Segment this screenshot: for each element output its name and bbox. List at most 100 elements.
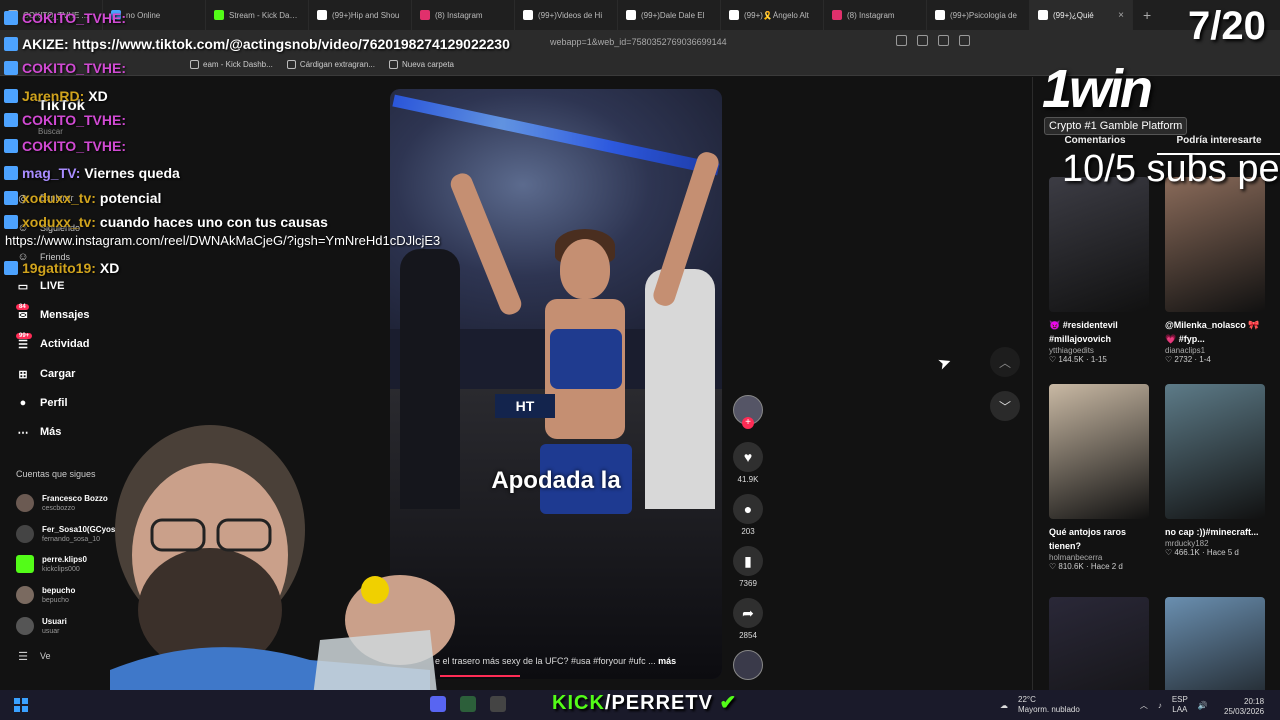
obs-icon[interactable] [490,696,506,712]
video-thumbnail[interactable] [1049,384,1149,519]
weather-widget[interactable]: 22°C Mayorm. nublado [1018,695,1080,715]
share-button[interactable]: ➦ 2854 [733,598,763,640]
browser-tab-bar: COKITO_TVHE ... no Online Stream - Kick Da… [0,0,1280,30]
chat-username: mag_TV: [22,165,81,181]
previous-video-button[interactable]: ︿ [990,347,1020,377]
nav-actividad[interactable]: ☰ 99+ Actividad [16,333,130,355]
video-author[interactable]: dianaclips1 [1165,346,1267,355]
chat-message: AKIZE: https://www.tiktok.com/@actingsnob… [4,34,510,54]
subs-counter: 10/5 subs pe [1062,148,1280,190]
like-button[interactable]: ♥ 41.9K [733,442,763,484]
browser-tab[interactable]: (99+)Hip and Shou [309,0,412,30]
chat-badge-icon [4,215,18,229]
close-icon[interactable]: × [1118,10,1124,21]
reader-icon[interactable] [896,35,907,46]
url-text[interactable]: webapp=1&web_id=7580352769036699144 [550,37,727,47]
browser-tab[interactable]: (99+)🎗️Ángelo Alt [721,0,824,30]
video-thumbnail[interactable] [1165,177,1265,312]
translate-icon[interactable] [917,35,928,46]
more-icon: ⋯ [17,426,29,439]
browser-tab[interactable]: (99+)Psicología de [927,0,1030,30]
fighter-top [550,329,622,389]
browser-tab[interactable]: (99+)Videos de Hi [515,0,618,30]
cast-icon[interactable] [938,35,949,46]
new-tab-icon[interactable]: + [1133,7,1161,23]
app-icon[interactable] [460,696,476,712]
tab-favicon-icon [832,10,842,20]
video-title: Qué antojos raros tienen? [1049,527,1127,551]
video-author[interactable]: mrducky182 [1165,539,1267,548]
music-disc-button[interactable] [733,650,763,680]
sponsor-logo: 1win [1042,59,1153,119]
browser-tab[interactable]: (99+)Dale Dale El [618,0,721,30]
speaker-icon[interactable]: 🔊 [1198,701,1208,710]
bookmark-icon [190,60,199,69]
clock[interactable]: 20:18 25/03/2026 [1224,697,1264,717]
chat-badge-icon [4,191,18,205]
tab-label: (8) Instagram [847,10,895,20]
recommended-video-card[interactable]: no cap :))#minecraft... mrducky182 ♡ 466.1… [1165,384,1267,557]
sponsor-tagline: Crypto #1 Gamble Platform [1044,117,1188,135]
recommended-video-card[interactable]: 😈 #residentevil #millajovovich ytthiagoed… [1049,177,1151,364]
chat-text: potencial [99,190,162,206]
share-icon[interactable] [959,35,970,46]
chat-username: xoduxx_tv: [22,190,96,206]
microphone-icon[interactable]: ♪ [1158,701,1162,710]
chat-badge-icon [4,139,18,153]
video-thumbnail[interactable] [1165,384,1265,519]
messages-badge: 84 [16,304,29,310]
follow-plus-icon[interactable]: + [742,417,754,429]
taskbar-apps [430,696,506,712]
save-count: 7369 [739,579,757,588]
browser-tab[interactable]: (8) Instagram [412,0,515,30]
browser-tab[interactable]: (99+)¿Quié × [1030,0,1133,30]
bookmark-item[interactable]: Nueva carpeta [388,60,454,69]
browser-tab[interactable]: (8) Instagram [824,0,927,30]
browser-tab[interactable]: Stream - Kick Dashb [206,0,309,30]
more-link[interactable]: más [658,656,676,666]
recommended-video-card[interactable]: @Milenka_nolasco 🎀💗 #fyp... dianaclips1 ♡ … [1165,177,1267,364]
nav-label: Actividad [40,338,90,350]
nav-live[interactable]: ▭ LIVE [16,275,130,297]
discord-icon[interactable] [430,696,446,712]
tab-label: (8) Instagram [435,10,483,20]
chat-message: xoduxx_tv: cuando haces uno con tus causa… [4,212,328,232]
chevron-down-icon: ﹀ [998,399,1011,414]
following-title: Cuentas que sigues [16,469,96,479]
nav-label: Más [40,426,62,438]
video-author[interactable]: holmanbecerra [1049,553,1151,562]
weather-icon: ☁ [1000,700,1008,710]
chat-badge-icon [4,37,18,51]
bookmark-item[interactable]: eam - Kick Dashb... [190,60,273,69]
kick-logo-text: KICK [552,692,605,714]
account-handle: kickclips000 [42,565,80,573]
stream-goal-counter: 7/20 [1188,4,1266,48]
nav-label: LIVE [40,280,65,292]
chat-text: Viernes queda [84,165,180,181]
chevron-up-icon[interactable]: ︿ [1140,700,1148,711]
bookmark-item[interactable]: Cárdigan extragran... [286,60,375,69]
avatar [16,617,34,635]
recommended-video-card[interactable]: Qué antojos raros tienen? holmanbecerra ♡ … [1049,384,1151,571]
language-indicator[interactable]: ESP LAA [1172,695,1188,715]
nav-mensajes[interactable]: ✉ 84 Mensajes [16,304,130,326]
video-title: @Milenka_nolasco 🎀💗 #fyp... [1165,320,1260,344]
screen: COKITO_TVHE ... no Online Stream - Kick Da… [0,0,1280,720]
next-video-button[interactable]: ﹀ [990,391,1020,421]
weather-temp: 22°C [1018,695,1036,704]
chat-message: xoduxx_tv: potencial [4,188,161,208]
nav-label: Ve [40,651,51,661]
tab-label: (99+)¿Quié [1053,10,1094,20]
video-author[interactable]: ytthiagoedits [1049,346,1151,355]
save-button[interactable]: ▮ 7369 [733,546,763,588]
snack-piece [361,576,389,604]
verified-icon: ✔ [719,692,738,714]
account-handle: usuar [42,627,60,635]
video-thumbnail[interactable] [1049,177,1149,312]
creator-avatar-button[interactable]: + [733,395,763,429]
mouse-cursor-icon: ➤ [935,353,955,374]
windows-start-icon[interactable] [14,698,28,712]
chat-username: COKITO_TVHE: [22,112,126,128]
video-stats: ♡ 144.5K · 1-15 [1049,355,1107,364]
comment-button[interactable]: ● 203 [733,494,763,536]
